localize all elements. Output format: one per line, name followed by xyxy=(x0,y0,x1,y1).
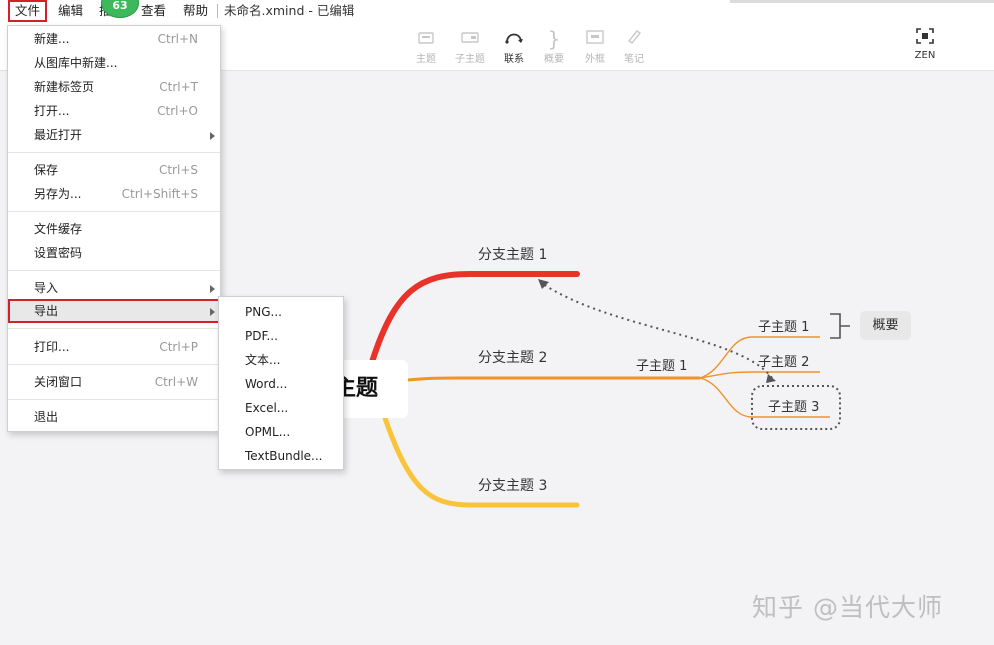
subtopic-3[interactable]: 子主题 3 xyxy=(768,396,819,415)
menu-quit[interactable]: 退出 xyxy=(8,405,220,429)
branch-topic-3[interactable]: 分支主题 3 xyxy=(478,475,547,495)
note-tool-label: 笔记 xyxy=(624,54,644,65)
subtopic-1[interactable]: 子主题 1 xyxy=(758,316,809,335)
sub2-connector xyxy=(699,371,820,379)
menu-new[interactable]: 新建... Ctrl+N xyxy=(8,27,220,51)
menu-file-cache[interactable]: 文件缓存 xyxy=(8,217,220,241)
menu-close-window-label: 关闭窗口 xyxy=(34,375,83,389)
branch-topic-2[interactable]: 分支主题 2 xyxy=(478,347,547,367)
menu-new-tab-shortcut: Ctrl+T xyxy=(159,80,198,94)
note-tool[interactable]: 笔记 xyxy=(614,28,654,65)
subtopic-icon xyxy=(450,28,490,50)
export-submenu: PNG... PDF... 文本... Word... Excel... OPM… xyxy=(218,296,344,470)
pen-icon xyxy=(614,28,654,50)
document-title: 未命名.xmind - 已编辑 xyxy=(224,3,355,18)
menu-file-cache-label: 文件缓存 xyxy=(34,222,83,236)
topic-tool[interactable]: 主题 xyxy=(406,28,446,65)
menu-export[interactable]: 导出 xyxy=(8,299,220,323)
summary-bracket xyxy=(830,313,850,339)
menu-separator xyxy=(8,364,220,365)
topic-icon xyxy=(406,28,446,50)
menu-separator xyxy=(8,270,220,271)
export-textbundle[interactable]: TextBundle... xyxy=(219,444,343,468)
menu-separator xyxy=(8,211,220,212)
menu-open-label: 打开... xyxy=(34,104,70,118)
relationship-arrow xyxy=(538,279,549,289)
menu-import-label: 导入 xyxy=(34,281,59,295)
menu-set-password[interactable]: 设置密码 xyxy=(8,241,220,265)
branch-topic-1[interactable]: 分支主题 1 xyxy=(478,244,547,264)
relationship-tool[interactable]: 联系 xyxy=(494,28,534,65)
zen-label: ZEN xyxy=(914,50,936,61)
menu-new-label: 新建... xyxy=(34,32,70,46)
menu-save[interactable]: 保存 Ctrl+S xyxy=(8,158,220,182)
menu-close-window-shortcut: Ctrl+W xyxy=(154,375,198,389)
submenu-arrow-icon xyxy=(210,132,215,140)
menu-import[interactable]: 导入 xyxy=(8,276,220,300)
submenu-arrow-icon xyxy=(210,285,215,293)
fullscreen-icon xyxy=(905,28,945,50)
menu-new-from-library-label: 从图库中新建... xyxy=(34,56,118,70)
export-opml[interactable]: OPML... xyxy=(219,420,343,444)
summary-tool-label: 概要 xyxy=(544,54,564,65)
menu-save-label: 保存 xyxy=(34,163,59,177)
menu-print[interactable]: 打印... Ctrl+P xyxy=(8,335,220,359)
branch2-connector xyxy=(407,376,700,382)
menu-bar: 文件 编辑 插 查看 帮助 未命名.xmind - 已编辑 xyxy=(0,0,994,23)
branch2-subtopic[interactable]: 子主题 1 xyxy=(636,355,687,374)
menu-save-shortcut: Ctrl+S xyxy=(158,163,198,177)
menu-separator xyxy=(8,152,220,153)
menu-new-tab[interactable]: 新建标签页 Ctrl+T xyxy=(8,75,220,99)
menu-set-password-label: 设置密码 xyxy=(34,246,83,260)
menu-divider xyxy=(217,4,218,18)
menu-view[interactable]: 查看 xyxy=(137,0,170,22)
topic-tool-label: 主题 xyxy=(416,54,436,65)
file-menu: 新建... Ctrl+N 从图库中新建... 新建标签页 Ctrl+T 打开... C… xyxy=(7,25,221,432)
menu-save-as-shortcut: Ctrl+Shift+S xyxy=(121,187,198,201)
watermark: 知乎 @当代大师 xyxy=(752,593,943,622)
menu-new-from-library[interactable]: 从图库中新建... xyxy=(8,51,220,75)
export-excel[interactable]: Excel... xyxy=(219,396,343,420)
export-text[interactable]: 文本... xyxy=(219,348,343,372)
boundary-tool-label: 外框 xyxy=(585,54,605,65)
export-word[interactable]: Word... xyxy=(219,372,343,396)
relationship-icon xyxy=(494,28,534,50)
menu-edit[interactable]: 编辑 xyxy=(54,0,87,22)
export-pdf[interactable]: PDF... xyxy=(219,324,343,348)
menu-save-as[interactable]: 另存为... Ctrl+Shift+S xyxy=(8,182,220,206)
menu-open[interactable]: 打开... Ctrl+O xyxy=(8,99,220,123)
menu-save-as-label: 另存为... xyxy=(34,187,82,201)
boundary-icon xyxy=(575,28,615,50)
zen-mode-button[interactable]: ZEN xyxy=(905,28,945,61)
menu-separator xyxy=(8,328,220,329)
menu-print-label: 打印... xyxy=(34,340,70,354)
menu-new-shortcut: Ctrl+N xyxy=(157,32,198,46)
menu-open-shortcut: Ctrl+O xyxy=(157,104,198,118)
menu-file[interactable]: 文件 xyxy=(8,0,48,22)
menu-help[interactable]: 帮助 xyxy=(179,0,212,22)
submenu-arrow-icon xyxy=(210,308,215,316)
window-edge xyxy=(730,0,994,3)
brace-icon: } xyxy=(547,27,561,51)
menu-quit-label: 退出 xyxy=(34,410,59,424)
menu-print-shortcut: Ctrl+P xyxy=(159,340,198,354)
menu-export-label: 导出 xyxy=(34,304,59,318)
boundary-tool[interactable]: 外框 xyxy=(575,28,615,65)
menu-recent-label: 最近打开 xyxy=(34,128,83,142)
subtopic-tool-label: 子主题 xyxy=(455,54,485,65)
subtopic-tool[interactable]: 子主题 xyxy=(450,28,490,65)
relationship-tool-label: 联系 xyxy=(504,54,524,65)
menu-separator xyxy=(8,399,220,400)
export-png[interactable]: PNG... xyxy=(219,300,343,324)
summary-topic[interactable]: 概要 xyxy=(860,311,911,340)
subtopic-2[interactable]: 子主题 2 xyxy=(758,351,809,370)
summary-tool[interactable]: } 概要 xyxy=(534,28,574,65)
menu-new-tab-label: 新建标签页 xyxy=(34,80,95,94)
menu-close-window[interactable]: 关闭窗口 Ctrl+W xyxy=(8,370,220,394)
menu-recent[interactable]: 最近打开 xyxy=(8,123,220,147)
